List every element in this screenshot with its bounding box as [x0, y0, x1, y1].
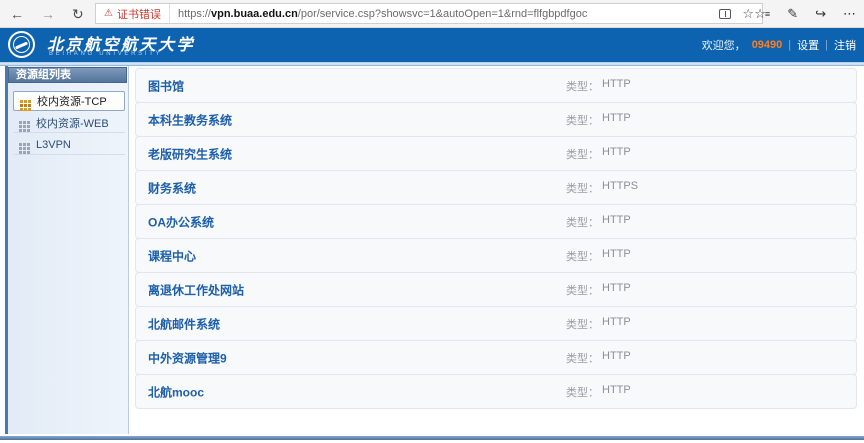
sidebar-item-l3vpn[interactable]: L3VPN	[13, 135, 125, 155]
resource-type: 类型： HTTP	[566, 350, 631, 366]
resource-list: 图书馆 类型： HTTP 本科生教务系统 类型： HTTP 老版研究生系统 类型…	[135, 68, 857, 409]
resource-type-label: 类型：	[566, 146, 599, 162]
sidebar-list: 校内资源-TCP 校内资源-WEB L3VPN	[8, 83, 128, 155]
web-note-icon[interactable]: ✎	[787, 7, 798, 20]
resource-group-icon	[19, 121, 22, 124]
address-bar[interactable]: ⚠ 证书错误 https://vpn.buaa.edu.cn/por/servi…	[95, 3, 763, 24]
url-prefix: https://	[178, 8, 211, 20]
resource-link[interactable]: 北航mooc	[148, 383, 204, 400]
url-text[interactable]: https://vpn.buaa.edu.cn/por/service.csp?…	[170, 8, 719, 20]
resource-type-value: HTTP	[602, 146, 631, 162]
resource-type-value: HTTP	[602, 384, 631, 400]
resource-type-label: 类型：	[566, 112, 599, 128]
resource-type-label: 类型：	[566, 214, 599, 230]
resource-type-value: HTTP	[602, 248, 631, 264]
resource-row: 北航mooc 类型： HTTP	[135, 374, 857, 409]
university-name-en: BEIHANG UNIVERSITY	[49, 51, 162, 57]
sidebar-item-label: L3VPN	[36, 139, 71, 151]
share-icon[interactable]: ↪	[815, 7, 826, 20]
resource-link[interactable]: 中外资源管理9	[148, 349, 227, 366]
resource-row: 北航邮件系统 类型： HTTP	[135, 306, 857, 341]
resource-row: 财务系统 类型： HTTPS	[135, 170, 857, 205]
hub-icon[interactable]: ☆ ≡	[754, 6, 770, 22]
resource-row: OA办公系统 类型： HTTP	[135, 204, 857, 239]
user-menu: 欢迎您， 09490 | 设置 | 注销	[702, 28, 856, 62]
resource-row: 课程中心 类型： HTTP	[135, 238, 857, 273]
resource-type: 类型： HTTP	[566, 214, 631, 230]
resource-type: 类型： HTTP	[566, 282, 631, 298]
resource-link[interactable]: 老版研究生系统	[148, 145, 232, 162]
resource-link[interactable]: OA办公系统	[148, 213, 214, 230]
resource-link[interactable]: 财务系统	[148, 179, 196, 196]
more-options-icon[interactable]: ⋯	[843, 7, 856, 20]
resource-type: 类型： HTTP	[566, 146, 631, 162]
university-logo	[8, 31, 35, 58]
certificate-error-badge[interactable]: ⚠ 证书错误	[96, 4, 170, 23]
resource-row: 中外资源管理9 类型： HTTP	[135, 340, 857, 375]
refresh-icon[interactable]: ↻	[72, 7, 84, 21]
resource-type: 类型： HTTP	[566, 112, 631, 128]
url-path: /por/service.csp?showsvc=1&autoOpen=1&rn…	[298, 8, 588, 20]
logout-link[interactable]: 注销	[834, 37, 856, 53]
warning-icon: ⚠	[104, 8, 113, 19]
back-icon[interactable]: ←	[10, 7, 24, 21]
resource-group-icon	[20, 100, 23, 103]
resource-type: 类型： HTTP	[566, 316, 631, 332]
resource-link[interactable]: 图书馆	[148, 77, 184, 94]
welcome-text: 欢迎您，	[702, 37, 746, 53]
toolbar-right-icons: ☆ ≡ ✎ ↪ ⋯	[754, 0, 856, 27]
forward-icon[interactable]: →	[41, 7, 55, 21]
user-id: 09490	[752, 39, 783, 51]
resource-type-label: 类型：	[566, 248, 599, 264]
reading-view-icon[interactable]	[719, 9, 731, 19]
resource-link[interactable]: 离退休工作处网站	[148, 281, 244, 298]
resource-link[interactable]: 课程中心	[148, 247, 196, 264]
resource-type-label: 类型：	[566, 316, 599, 332]
resource-type: 类型： HTTP	[566, 384, 631, 400]
sidebar-item-web[interactable]: 校内资源-WEB	[13, 113, 125, 133]
browser-toolbar: ← → ↻ ⌂ ⚠ 证书错误 https://vpn.buaa.edu.cn/p…	[0, 0, 864, 28]
resource-row: 图书馆 类型： HTTP	[135, 68, 857, 103]
menu-separator: |	[788, 39, 791, 51]
sidebar-title: 资源组列表	[8, 67, 127, 83]
menu-separator: |	[825, 39, 828, 51]
sidebar-item-label: 校内资源-TCP	[37, 93, 107, 109]
resource-type-value: HTTP	[602, 350, 631, 366]
page-bottom-divider	[0, 436, 864, 440]
resource-link[interactable]: 北航邮件系统	[148, 315, 220, 332]
resource-type-value: HTTP	[602, 78, 631, 94]
resource-type-value: HTTP	[602, 282, 631, 298]
resource-type: 类型： HTTPS	[566, 180, 638, 196]
resource-link[interactable]: 本科生教务系统	[148, 111, 232, 128]
resource-type-label: 类型：	[566, 350, 599, 366]
settings-link[interactable]: 设置	[797, 37, 819, 53]
resource-type-value: HTTP	[602, 316, 631, 332]
resource-group-icon	[19, 143, 22, 146]
browser-window: ← → ↻ ⌂ ⚠ 证书错误 https://vpn.buaa.edu.cn/p…	[0, 0, 864, 443]
url-domain: vpn.buaa.edu.cn	[211, 8, 298, 20]
sidebar-item-label: 校内资源-WEB	[36, 115, 109, 131]
certificate-error-label: 证书错误	[117, 6, 161, 22]
site-header: 北京航空航天大学 BEIHANG UNIVERSITY 欢迎您，09490 | …	[0, 28, 864, 62]
resource-type-value: HTTPS	[602, 180, 638, 196]
favorite-star-icon[interactable]: ☆	[742, 6, 754, 22]
resource-type: 类型： HTTP	[566, 78, 631, 94]
hub-lines-glyph: ≡	[765, 9, 770, 19]
resource-row: 老版研究生系统 类型： HTTP	[135, 136, 857, 171]
resource-group-sidebar: 资源组列表 校内资源-TCP 校内资源-WEB L3VPN	[5, 66, 129, 434]
resource-row: 离退休工作处网站 类型： HTTP	[135, 272, 857, 307]
resource-type-label: 类型：	[566, 180, 599, 196]
resource-row: 本科生教务系统 类型： HTTP	[135, 102, 857, 137]
resource-type-label: 类型：	[566, 282, 599, 298]
resource-type-label: 类型：	[566, 78, 599, 94]
resource-type-value: HTTP	[602, 214, 631, 230]
resource-type: 类型： HTTP	[566, 248, 631, 264]
resource-type-label: 类型：	[566, 384, 599, 400]
resource-type-value: HTTP	[602, 112, 631, 128]
sidebar-item-tcp[interactable]: 校内资源-TCP	[13, 91, 125, 111]
